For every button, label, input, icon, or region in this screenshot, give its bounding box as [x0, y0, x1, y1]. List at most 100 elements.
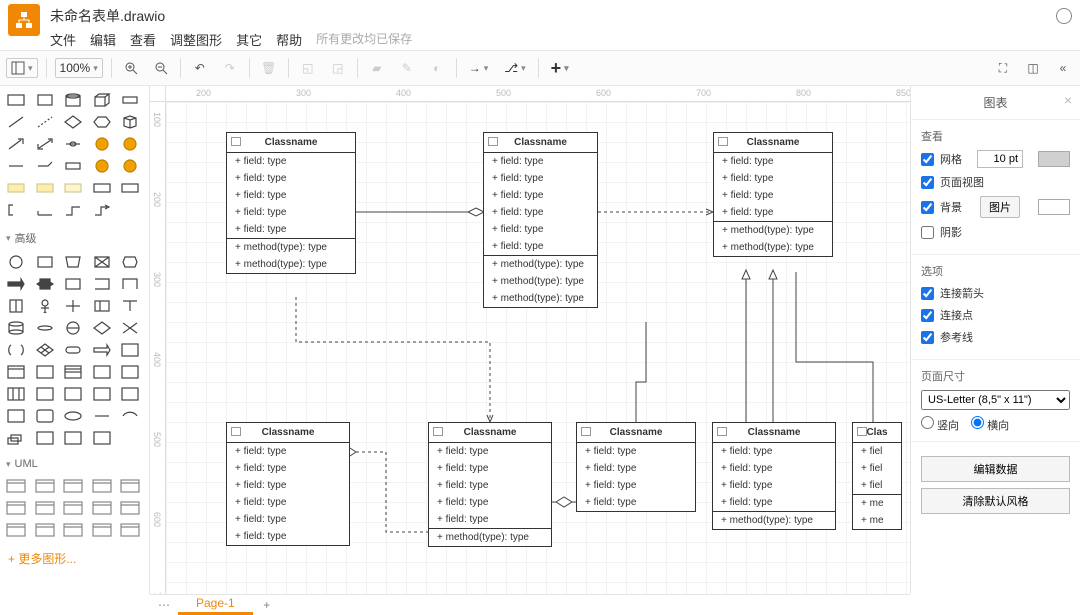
adv-shape-26[interactable]: [33, 362, 57, 382]
shape-lbl2[interactable]: [33, 178, 57, 198]
shape-dash[interactable]: [33, 112, 57, 132]
method-row[interactable]: + method(type): type: [714, 239, 832, 256]
field-row[interactable]: + field: type: [713, 460, 835, 477]
zoom-in-icon[interactable]: [120, 57, 142, 79]
adv-shape-24[interactable]: [118, 340, 142, 360]
menu-help[interactable]: 帮助: [276, 30, 302, 49]
undo-icon[interactable]: ↶: [189, 57, 211, 79]
field-row[interactable]: + field: type: [429, 443, 551, 460]
grid-checkbox[interactable]: [921, 153, 934, 166]
uml-shape-1[interactable]: [33, 476, 57, 496]
adv-shape-38[interactable]: [90, 406, 114, 426]
class-box-2[interactable]: Classname+ field: type+ field: type+ fie…: [713, 132, 833, 257]
uml-shape-13[interactable]: [90, 520, 114, 540]
class-name[interactable]: Classname: [484, 133, 597, 153]
menu-other[interactable]: 其它: [236, 30, 262, 49]
adv-shape-29[interactable]: [118, 362, 142, 382]
class-name[interactable]: Classname: [429, 423, 551, 443]
adv-shape-32[interactable]: [61, 384, 85, 404]
field-row[interactable]: + field: type: [227, 460, 349, 477]
class-box-5[interactable]: Classname+ field: type+ field: type+ fie…: [576, 422, 696, 512]
connection-icon[interactable]: →: [465, 59, 493, 77]
menu-view[interactable]: 查看: [130, 30, 156, 49]
delete-icon[interactable]: 🗑: [258, 57, 280, 79]
shape-cylinder[interactable]: [61, 90, 85, 110]
field-row[interactable]: + fiel: [853, 460, 901, 477]
adv-shape-18[interactable]: [90, 318, 114, 338]
collapse-icon[interactable]: «: [1052, 57, 1074, 79]
adv-shape-34[interactable]: [118, 384, 142, 404]
field-row[interactable]: + field: type: [714, 153, 832, 170]
field-row[interactable]: + field: type: [227, 443, 349, 460]
field-row[interactable]: + field: type: [484, 221, 597, 238]
adv-shape-13[interactable]: [90, 296, 114, 316]
shape-diamond[interactable]: [61, 112, 85, 132]
adv-shape-28[interactable]: [90, 362, 114, 382]
shape-cube[interactable]: [90, 90, 114, 110]
shape-rect4[interactable]: [90, 178, 114, 198]
more-shapes-button[interactable]: + 更多图形...: [0, 544, 149, 573]
to-back-icon[interactable]: ◲: [327, 57, 349, 79]
shape-brk3[interactable]: [61, 200, 85, 220]
method-row[interactable]: + method(type): type: [713, 512, 835, 529]
redo-icon[interactable]: ↷: [219, 57, 241, 79]
field-row[interactable]: + field: type: [227, 511, 349, 528]
bg-image-button[interactable]: 图片: [980, 196, 1020, 218]
uml-shape-10[interactable]: [4, 520, 28, 540]
shape-gear2[interactable]: [118, 134, 142, 154]
shape-ellipse-line[interactable]: [61, 134, 85, 154]
landscape-radio[interactable]: [971, 416, 984, 429]
zoom-select[interactable]: 100%: [55, 58, 103, 78]
field-row[interactable]: + field: type: [484, 170, 597, 187]
shape-rect[interactable]: [33, 90, 57, 110]
adv-shape-7[interactable]: [61, 274, 85, 294]
adv-shape-9[interactable]: [118, 274, 142, 294]
adv-shape-19[interactable]: [118, 318, 142, 338]
field-row[interactable]: + field: type: [429, 511, 551, 528]
method-row[interactable]: + method(type): type: [484, 290, 597, 307]
field-row[interactable]: + field: type: [577, 494, 695, 511]
field-row[interactable]: + fiel: [853, 443, 901, 460]
sidebar-toggle[interactable]: [6, 58, 38, 78]
uml-shape-0[interactable]: [4, 476, 28, 496]
conn-arrows-checkbox[interactable]: [921, 287, 934, 300]
method-row[interactable]: + method(type): type: [714, 222, 832, 239]
field-row[interactable]: + field: type: [429, 494, 551, 511]
line-color-icon[interactable]: ✎: [396, 57, 418, 79]
page-menu-icon[interactable]: ⋯: [150, 598, 178, 612]
menu-arrange[interactable]: 调整图形: [170, 30, 222, 49]
shape-line[interactable]: [4, 112, 28, 132]
adv-shape-25[interactable]: [4, 362, 28, 382]
clear-style-button[interactable]: 清除默认风格: [921, 488, 1070, 514]
field-row[interactable]: + field: type: [227, 477, 349, 494]
adv-shape-27[interactable]: [61, 362, 85, 382]
guides-checkbox[interactable]: [921, 331, 934, 344]
adv-shape-40[interactable]: [4, 428, 28, 448]
document-title[interactable]: 未命名表单.drawio: [50, 4, 412, 28]
adv-shape-42[interactable]: [61, 428, 85, 448]
shape-gear3[interactable]: [90, 156, 114, 176]
edit-data-button[interactable]: 编辑数据: [921, 456, 1070, 482]
shape-biarrow[interactable]: [33, 134, 57, 154]
uml-shape-11[interactable]: [33, 520, 57, 540]
adv-shape-4[interactable]: [118, 252, 142, 272]
adv-shape-20[interactable]: [4, 340, 28, 360]
shape-gear[interactable]: [90, 134, 114, 154]
adv-shape-12[interactable]: [61, 296, 85, 316]
field-row[interactable]: + field: type: [714, 170, 832, 187]
uml-shape-3[interactable]: [90, 476, 114, 496]
method-row[interactable]: + method(type): type: [484, 273, 597, 290]
class-box-3[interactable]: Classname+ field: type+ field: type+ fie…: [226, 422, 350, 546]
shape-cube2[interactable]: [118, 112, 142, 132]
format-panel-icon[interactable]: ◫: [1022, 57, 1044, 79]
page-tab[interactable]: Page-1: [178, 594, 253, 615]
field-row[interactable]: + field: type: [577, 460, 695, 477]
fullscreen-icon[interactable]: ⛶: [992, 57, 1014, 79]
field-row[interactable]: + field: type: [713, 494, 835, 511]
adv-shape-41[interactable]: [33, 428, 57, 448]
shape-gear4[interactable]: [118, 156, 142, 176]
field-row[interactable]: + field: type: [227, 170, 355, 187]
adv-shape-3[interactable]: [90, 252, 114, 272]
add-page-button[interactable]: +: [253, 598, 281, 612]
uml-shape-7[interactable]: [61, 498, 85, 518]
